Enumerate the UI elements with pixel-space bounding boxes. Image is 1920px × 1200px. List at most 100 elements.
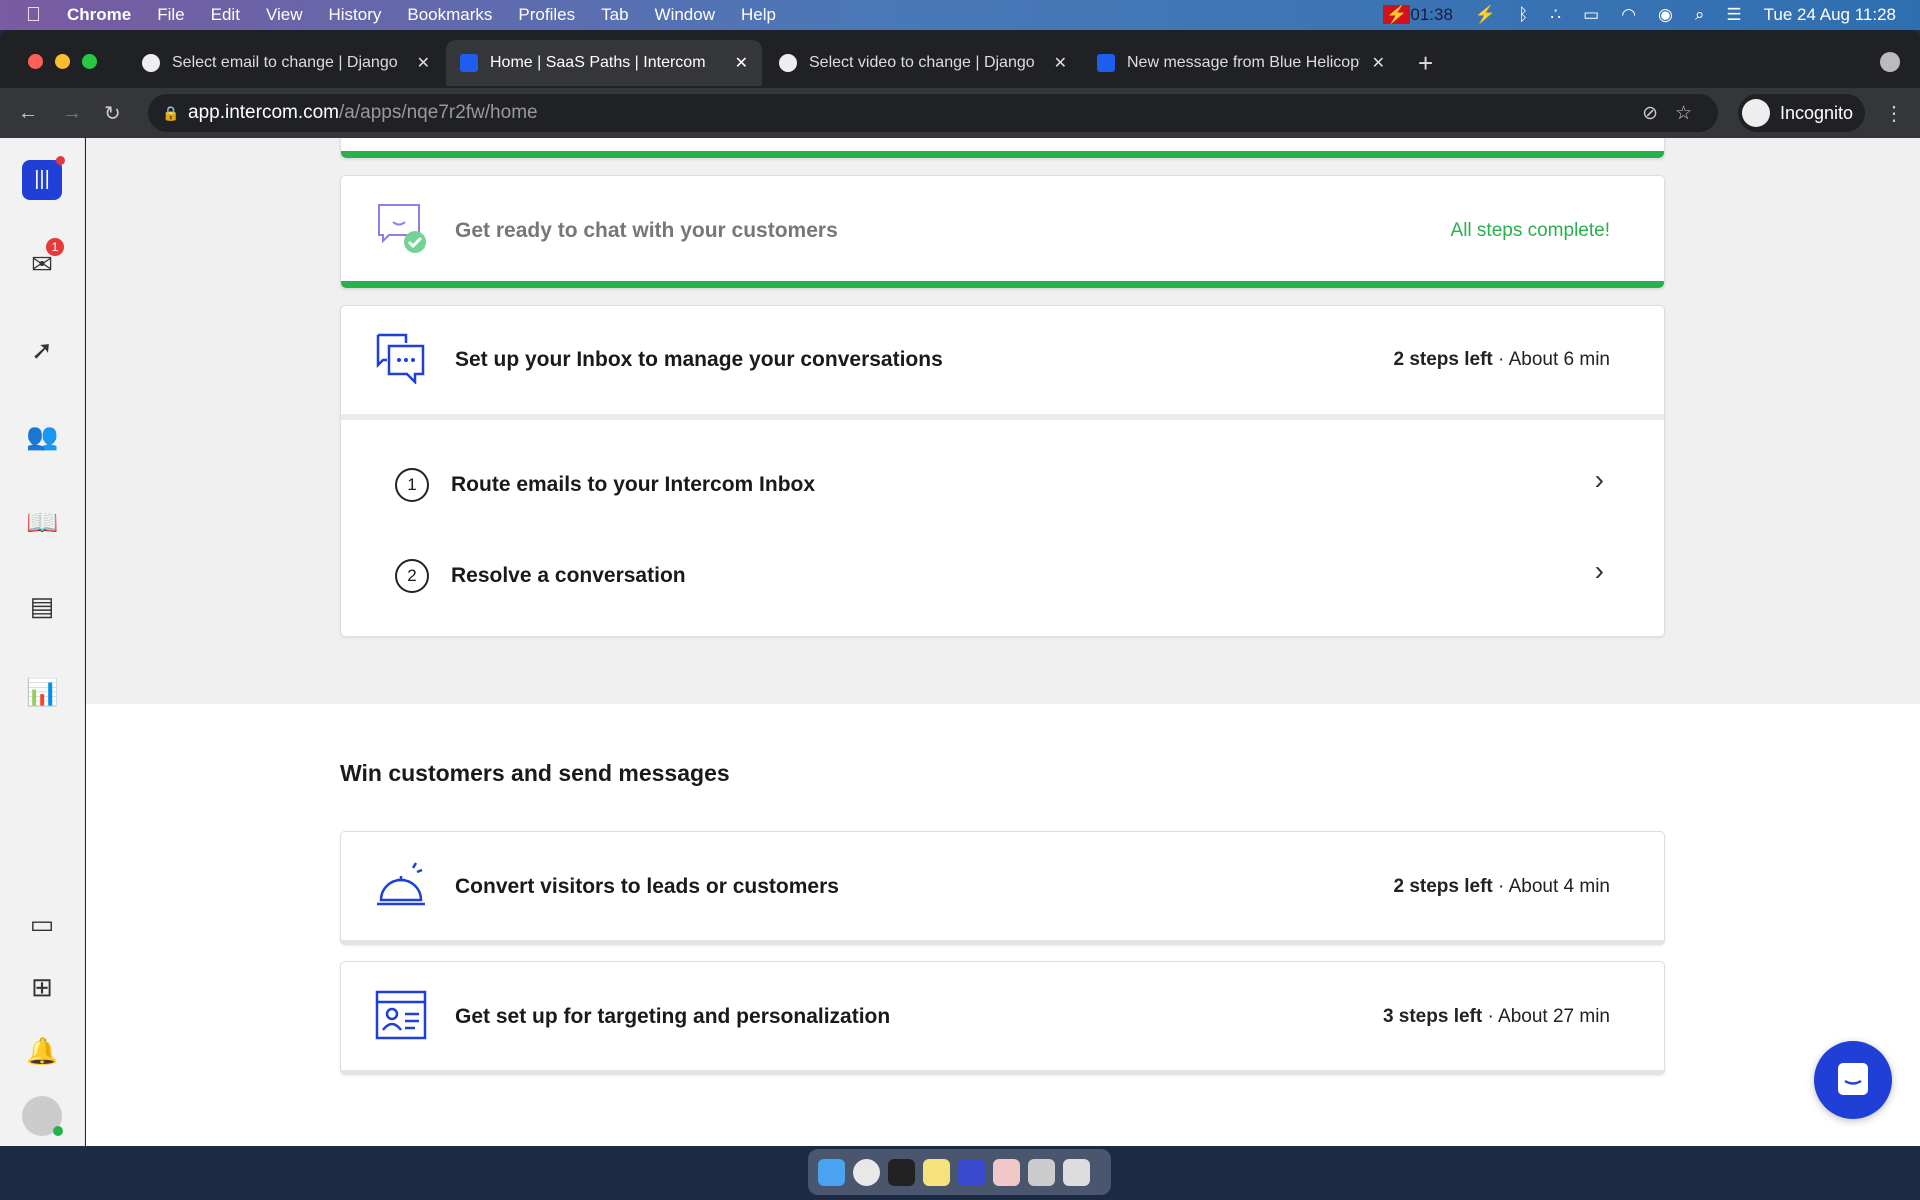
complete-status: All steps complete! [1450, 220, 1610, 241]
card-header[interactable]: Set up your Inbox to manage your convers… [341, 306, 1664, 414]
bookmark-star-icon[interactable]: ☆ [1675, 102, 1692, 125]
tab-search-icon[interactable] [1880, 52, 1900, 72]
close-window-button[interactable] [28, 54, 43, 69]
time-estimate: · About 27 min [1482, 1006, 1610, 1027]
menu-app[interactable]: Chrome [67, 5, 131, 25]
apple-icon[interactable]:  [26, 4, 41, 27]
step-resolve-conversation[interactable]: 2 Resolve a conversation › [341, 537, 1664, 617]
conversation-icon[interactable]: ▭ [26, 908, 58, 940]
close-tab-icon[interactable]: ✕ [1054, 53, 1067, 73]
menu-help[interactable]: Help [741, 5, 776, 25]
steps-left: 2 steps left [1393, 876, 1493, 897]
control-center-icon[interactable]: ☰ [1726, 5, 1741, 25]
articles-book-icon[interactable]: 📖 [26, 506, 58, 538]
app-sidebar: ||| ✉ 1 ➚ 👥 📖 ▤ 📊 ▭ ⊞ 🔔 [0, 138, 85, 1146]
bell-icon[interactable]: 🔔 [26, 1035, 58, 1067]
reports-icon[interactable]: 📊 [26, 676, 58, 708]
tab-home-intercom[interactable]: Home | SaaS Paths | Intercom ✕ [446, 40, 762, 86]
browser-chrome: Select email to change | Django ✕ Home | … [0, 30, 1920, 138]
apps-icon[interactable]: ⊞ [26, 971, 58, 1003]
close-tab-icon[interactable]: ✕ [417, 53, 430, 73]
card-meta: 2 steps left · About 6 min [1394, 349, 1611, 371]
menu-window[interactable]: Window [655, 5, 715, 25]
messenger-launcher-button[interactable] [1814, 1041, 1892, 1119]
divider [341, 414, 1664, 420]
service-bell-icon [377, 862, 425, 906]
incognito-profile-button[interactable]: Incognito [1738, 94, 1866, 132]
steps-left: 3 steps left [1382, 1006, 1483, 1027]
globe-icon [779, 54, 797, 72]
chevron-right-icon: › [1594, 464, 1604, 495]
wifi-icon[interactable]: ◠ [1621, 5, 1636, 25]
maximize-window-button[interactable] [82, 54, 97, 69]
menu-edit[interactable]: Edit [211, 5, 240, 25]
terminal-icon[interactable] [888, 1158, 915, 1186]
close-tab-icon[interactable]: ✕ [735, 53, 748, 73]
finder-icon[interactable] [818, 1158, 845, 1186]
folder-icon[interactable] [993, 1158, 1020, 1186]
intercom-icon [1097, 54, 1115, 72]
close-tab-icon[interactable]: ✕ [1372, 53, 1385, 73]
bluetooth-icon[interactable]: ᛒ [1518, 5, 1528, 25]
step-route-emails[interactable]: 1 Route emails to your Intercom Inbox › [341, 446, 1664, 526]
step-number: 1 [395, 468, 429, 502]
globe-icon [142, 54, 160, 72]
trash-icon[interactable] [1063, 1158, 1090, 1186]
menu-view[interactable]: View [266, 5, 303, 25]
recording-time: 01:38 [1410, 5, 1453, 24]
messenger-icon [1838, 1063, 1868, 1095]
chevron-right-icon: › [1594, 555, 1604, 586]
toolbar: ← → ↻ 🔒 app.intercom.com/a/apps/nqe7r2fw… [0, 88, 1920, 138]
app-icon[interactable] [958, 1158, 985, 1186]
tab-new-message[interactable]: New message from Blue Helicopter ✕ [1083, 40, 1399, 86]
contacts-icon[interactable]: 👥 [26, 420, 58, 452]
step-label: Route emails to your Intercom Inbox [451, 473, 816, 496]
outbound-icon[interactable]: ➚ [26, 334, 58, 366]
battery-icon[interactable]: ▭ [1583, 5, 1599, 25]
user-icon[interactable]: ◉ [1658, 5, 1673, 25]
checklist-card-convert[interactable]: Convert visitors to leads or customers 2… [340, 831, 1665, 945]
section-heading: Win customers and send messages [340, 760, 730, 786]
back-button[interactable]: ← [18, 102, 38, 125]
eye-off-icon[interactable]: ⊘ [1642, 102, 1658, 125]
chrome-icon[interactable] [853, 1158, 880, 1186]
intercom-logo[interactable]: ||| [22, 160, 62, 200]
checklist-card-inbox: Set up your Inbox to manage your convers… [340, 305, 1665, 637]
menu-tab[interactable]: Tab [601, 5, 628, 25]
reload-button[interactable]: ↻ [104, 101, 121, 126]
menu-file[interactable]: File [157, 5, 184, 25]
card-title: Get set up for targeting and personaliza… [455, 1005, 891, 1028]
menu-history[interactable]: History [328, 5, 381, 25]
tab-select-video[interactable]: Select video to change | Django ✕ [765, 40, 1081, 86]
time-estimate: · About 6 min [1492, 349, 1610, 370]
main-content: Get ready to chat with your customers Al… [86, 138, 1920, 1146]
menu-profiles[interactable]: Profiles [518, 5, 575, 25]
menu-kebab-icon[interactable]: ⋮ [1884, 101, 1904, 126]
utility-icon[interactable] [1028, 1158, 1055, 1186]
checklist-card-targeting[interactable]: Get set up for targeting and personaliza… [340, 961, 1665, 1075]
card-title: Convert visitors to leads or customers [455, 875, 839, 898]
minimize-window-button[interactable] [55, 54, 70, 69]
card-title: Get ready to chat with your customers [455, 219, 838, 242]
previous-card [340, 138, 1665, 159]
profile-card-icon [375, 990, 427, 1040]
steps-left: 2 steps left [1393, 349, 1493, 370]
address-bar[interactable]: 🔒 app.intercom.com/a/apps/nqe7r2fw/home … [148, 94, 1718, 132]
chat-complete-icon [378, 204, 426, 253]
card-meta: 3 steps left · About 27 min [1383, 1006, 1610, 1028]
messenger-icon[interactable]: ▤ [26, 590, 58, 622]
step-number: 2 [395, 559, 429, 593]
step-label: Resolve a conversation [451, 564, 686, 587]
forward-button[interactable]: → [62, 102, 82, 125]
conversations-icon [376, 333, 425, 384]
tab-select-email[interactable]: Select email to change | Django ✕ [128, 40, 444, 86]
search-icon[interactable]: ⌕ [1695, 5, 1705, 25]
notes-icon[interactable] [923, 1158, 950, 1186]
new-tab-button[interactable]: + [1418, 48, 1433, 79]
datetime[interactable]: Tue 24 Aug 11:28 [1764, 5, 1896, 25]
menu-bookmarks[interactable]: Bookmarks [407, 5, 492, 25]
checklist-card-chat[interactable]: Get ready to chat with your customers Al… [340, 175, 1665, 289]
recording-indicator[interactable]: ⚡ 01:38 [1383, 5, 1453, 25]
dots-icon[interactable]: ∴ [1550, 5, 1561, 25]
bolt-icon[interactable]: ⚡ [1475, 5, 1496, 25]
